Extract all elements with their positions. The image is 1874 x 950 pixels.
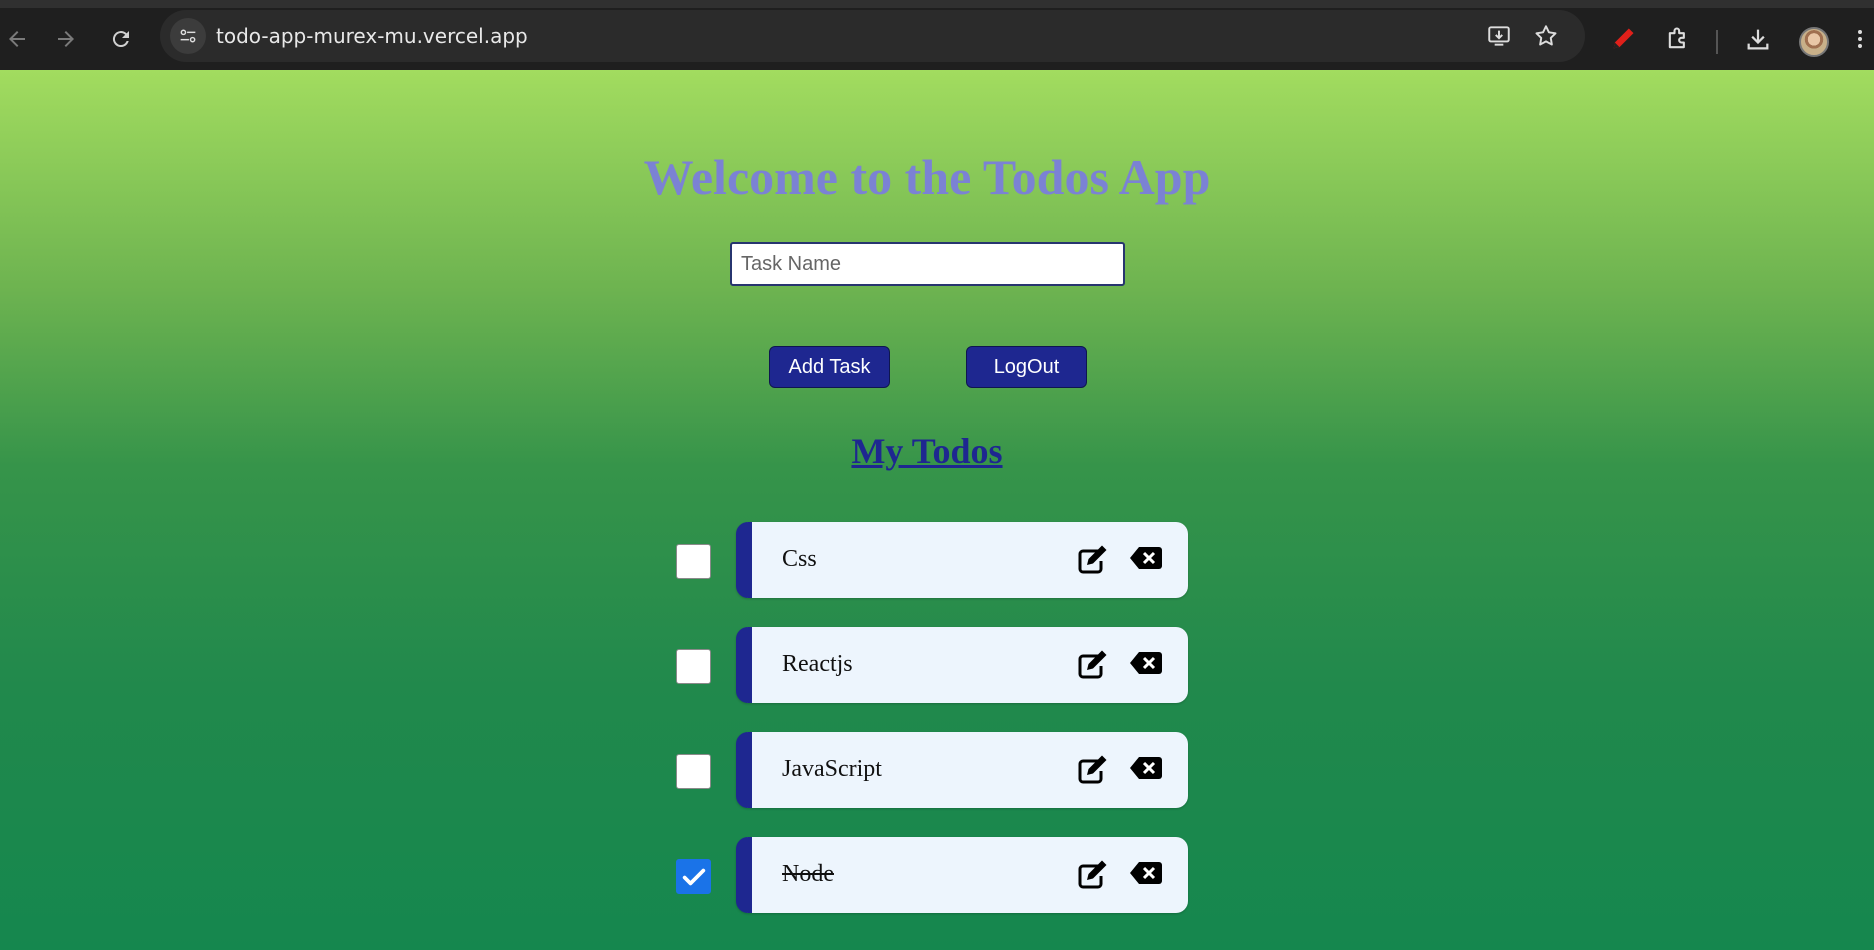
edit-icon[interactable] <box>1076 544 1108 576</box>
red-pen-icon <box>1613 28 1634 49</box>
kebab-menu-icon <box>1858 30 1862 48</box>
tune-icon <box>180 29 196 43</box>
todo-item: Reactjs <box>676 627 1188 703</box>
url-text[interactable]: todo-app-murex-mu.vercel.app <box>216 24 528 48</box>
todo-card: Reactjs <box>736 627 1188 703</box>
todo-item: Css <box>676 522 1188 598</box>
edit-icon[interactable] <box>1076 754 1108 786</box>
extensions-button[interactable] <box>1663 24 1693 54</box>
forward-button[interactable] <box>49 22 83 56</box>
page-title: Welcome to the Todos App <box>643 149 1211 205</box>
address-bar[interactable]: todo-app-murex-mu.vercel.app <box>160 10 1585 62</box>
install-app-button[interactable] <box>1485 22 1513 50</box>
todo-checkbox[interactable] <box>676 859 711 894</box>
download-icon <box>1747 29 1769 50</box>
site-info-button[interactable] <box>170 18 206 54</box>
backspace-delete-icon[interactable] <box>1130 861 1162 885</box>
edit-icon[interactable] <box>1076 649 1108 681</box>
puzzle-icon <box>1668 27 1685 49</box>
reload-icon <box>112 31 129 48</box>
todo-checkbox[interactable] <box>676 649 711 684</box>
todo-card: Node <box>736 837 1188 913</box>
logout-button[interactable]: LogOut <box>966 346 1087 388</box>
install-app-icon <box>1488 26 1510 46</box>
todo-text: Node <box>782 861 834 887</box>
todo-card: Css <box>736 522 1188 598</box>
star-icon <box>1535 25 1557 46</box>
task-name-input[interactable] <box>730 242 1125 286</box>
todo-text: Reactjs <box>782 651 853 677</box>
todos-page: Welcome to the Todos App Add Task LogOut… <box>0 70 1874 950</box>
backspace-delete-icon[interactable] <box>1130 651 1162 675</box>
downloads-button[interactable] <box>1743 24 1773 54</box>
reload-button[interactable] <box>104 22 138 56</box>
todo-card: JavaScript <box>736 732 1188 808</box>
my-todos-heading: My Todos <box>851 431 1003 471</box>
profile-avatar[interactable] <box>1799 27 1829 57</box>
todo-text: Css <box>782 546 817 572</box>
pen-extension-button[interactable] <box>1608 24 1638 54</box>
toolbar-divider <box>1716 30 1718 54</box>
todo-text: JavaScript <box>782 756 882 782</box>
arrow-left-icon <box>9 31 25 47</box>
bookmark-button[interactable] <box>1532 22 1560 50</box>
backspace-delete-icon[interactable] <box>1130 546 1162 570</box>
arrow-right-icon <box>58 31 74 47</box>
todo-item: JavaScript <box>676 732 1188 808</box>
browser-toolbar: todo-app-murex-mu.vercel.app <box>0 0 1874 70</box>
checkmark-icon <box>682 868 705 885</box>
back-button[interactable] <box>0 22 34 56</box>
browser-menu-button[interactable] <box>1850 24 1870 54</box>
todo-checkbox[interactable] <box>676 544 711 579</box>
add-task-button[interactable]: Add Task <box>769 346 890 388</box>
backspace-delete-icon[interactable] <box>1130 756 1162 780</box>
todo-item: Node <box>676 837 1188 913</box>
todo-checkbox[interactable] <box>676 754 711 789</box>
edit-icon[interactable] <box>1076 859 1108 891</box>
